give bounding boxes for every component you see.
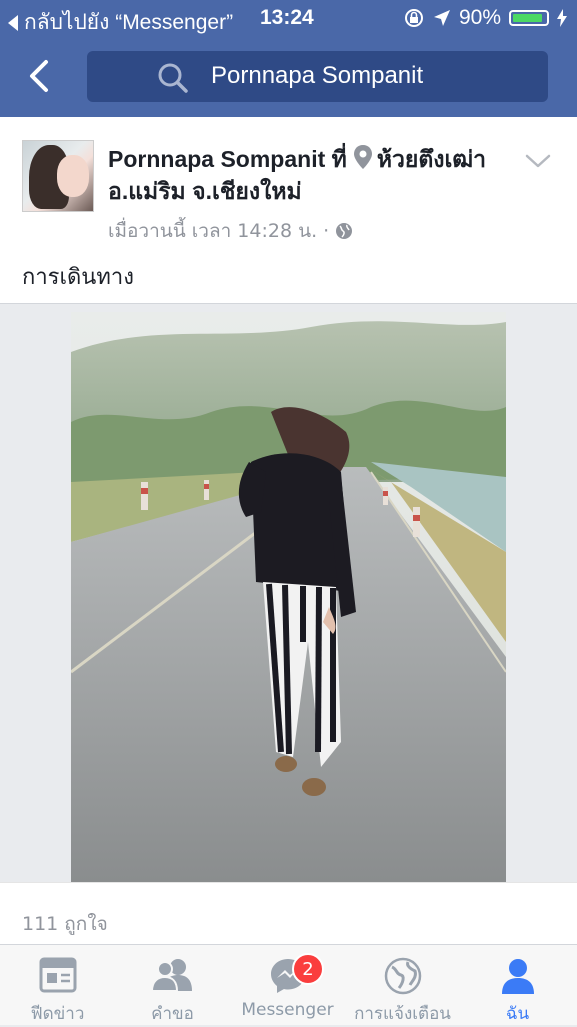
post-timestamp[interactable]: เมื่อวานนี้ เวลา 14:28 น.	[108, 216, 317, 246]
tab-label: ฟีดข่าว	[30, 1004, 85, 1024]
post-photo[interactable]	[71, 312, 506, 882]
post-meta: เมื่อวานนี้ เวลา 14:28 น. ·	[108, 216, 353, 246]
battery-icon	[509, 10, 549, 26]
rotation-lock-icon	[404, 9, 423, 27]
search-icon	[158, 63, 188, 93]
bottom-tab-bar: ฟีดข่าว คำขอ 2 Messenger การแจ้งเตือน ฉั…	[0, 944, 577, 1025]
likes-count: 111 ถูกใจ	[22, 913, 108, 935]
tab-notifications[interactable]: การแจ้งเตือน	[345, 945, 460, 1025]
tab-label: คำขอ	[151, 1004, 194, 1024]
charging-bolt-icon	[557, 9, 567, 27]
back-triangle-icon	[8, 14, 18, 31]
avatar-face-shape	[57, 155, 89, 197]
post-caption: การเดินทาง	[22, 265, 134, 290]
profile-icon	[501, 959, 534, 994]
tab-profile[interactable]: ฉัน	[460, 945, 575, 1025]
post-author-line: Pornnapa Sompanit ที่ ห้วยตึงเฒ่า อ.แม่ริ…	[108, 143, 498, 207]
status-bar: กลับไปยัง “Messenger” 13:24 90%	[0, 0, 577, 36]
likes-row[interactable]: 111 ถูกใจ	[0, 882, 577, 945]
status-right-group: 90%	[403, 6, 567, 30]
news-feed-icon	[39, 957, 76, 993]
tab-news-feed[interactable]: ฟีดข่าว	[0, 945, 115, 1025]
photo-road-scene	[71, 312, 506, 882]
tab-label: ฉัน	[505, 1004, 530, 1024]
tab-label: Messenger	[241, 1000, 334, 1020]
chevron-down-icon	[525, 154, 551, 168]
battery-fill	[513, 14, 542, 22]
top-navigation-bar: กลับไปยัง “Messenger” 13:24 90% Pornnapa…	[0, 0, 577, 117]
post-header-card: Pornnapa Sompanit ที่ ห้วยตึงเฒ่า อ.แม่ริ…	[0, 117, 577, 304]
search-bar[interactable]: Pornnapa Sompanit	[87, 51, 548, 102]
messenger-badge: 2	[292, 953, 324, 985]
author-name[interactable]: Pornnapa Sompanit	[108, 146, 325, 172]
tab-label: การแจ้งเตือน	[354, 1004, 451, 1024]
meta-separator: ·	[323, 220, 330, 242]
status-time: 13:24	[260, 6, 314, 29]
back-to-app-label: กลับไปยัง “Messenger”	[24, 11, 234, 34]
tab-messenger[interactable]: 2 Messenger	[230, 945, 345, 1025]
chevron-left-icon	[30, 60, 48, 92]
back-button[interactable]	[22, 58, 62, 98]
post-options-button[interactable]	[525, 153, 551, 173]
search-query: Pornnapa Sompanit	[211, 62, 424, 89]
tab-friend-requests[interactable]: คำขอ	[115, 945, 230, 1025]
location-pin-icon	[353, 145, 372, 169]
post-photo-area	[0, 304, 577, 882]
public-globe-icon	[336, 223, 353, 239]
at-word: ที่	[331, 146, 347, 172]
battery-percent: 90%	[458, 6, 501, 29]
friend-requests-icon	[150, 959, 192, 992]
location-arrow-icon	[433, 10, 450, 26]
globe-notifications-icon	[384, 957, 421, 995]
author-avatar[interactable]	[22, 140, 94, 212]
back-to-app-link[interactable]: กลับไปยัง “Messenger”	[8, 6, 233, 39]
